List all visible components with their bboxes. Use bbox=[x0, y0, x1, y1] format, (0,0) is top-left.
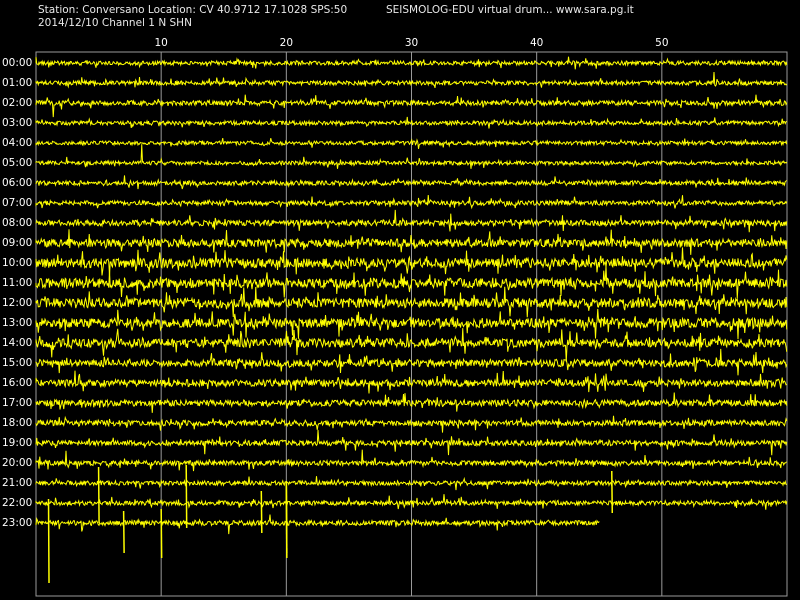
trace-spike bbox=[185, 464, 188, 529]
trace-spike bbox=[285, 482, 288, 554]
hour-label: 12:00 bbox=[2, 297, 33, 309]
hour-label: 17:00 bbox=[2, 397, 33, 409]
hour-label: 13:00 bbox=[2, 317, 33, 329]
x-tick-label: 50 bbox=[655, 37, 669, 49]
hour-label: 19:00 bbox=[2, 437, 33, 449]
trace-spike bbox=[122, 510, 125, 554]
hour-label: 22:00 bbox=[2, 497, 33, 509]
hour-label: 06:00 bbox=[2, 177, 33, 189]
hour-label: 11:00 bbox=[2, 277, 33, 289]
hour-label: 20:00 bbox=[2, 457, 33, 469]
hour-label: 23:00 bbox=[2, 517, 33, 529]
trace-row-2300 bbox=[35, 514, 600, 535]
trace-spike bbox=[611, 470, 614, 514]
hour-label: 09:00 bbox=[2, 237, 33, 249]
hour-label: 01:00 bbox=[2, 77, 33, 89]
x-tick-label: 30 bbox=[404, 37, 419, 49]
hour-label: 15:00 bbox=[2, 357, 33, 369]
hour-label: 21:00 bbox=[2, 477, 33, 489]
hour-label: 04:00 bbox=[2, 137, 33, 149]
trace-spike bbox=[260, 490, 263, 534]
trace-spike bbox=[47, 498, 50, 584]
trace-spike bbox=[97, 466, 100, 524]
hour-label: 05:00 bbox=[2, 157, 33, 169]
hour-label: 00:00 bbox=[2, 57, 33, 69]
hour-label: 16:00 bbox=[2, 377, 33, 389]
hour-label: 03:00 bbox=[2, 117, 33, 129]
hour-label: 14:00 bbox=[2, 337, 33, 349]
hour-label: 10:00 bbox=[2, 257, 33, 269]
x-tick-label: 20 bbox=[279, 37, 294, 49]
hour-label: 08:00 bbox=[2, 217, 33, 229]
seismogram-drum bbox=[35, 51, 788, 597]
trace-spike bbox=[160, 508, 163, 559]
hour-label: 02:00 bbox=[2, 97, 33, 109]
x-tick-label: 40 bbox=[529, 37, 544, 49]
hour-label: 07:00 bbox=[2, 197, 33, 209]
x-tick-label: 10 bbox=[154, 37, 168, 49]
hour-label: 18:00 bbox=[2, 417, 33, 429]
